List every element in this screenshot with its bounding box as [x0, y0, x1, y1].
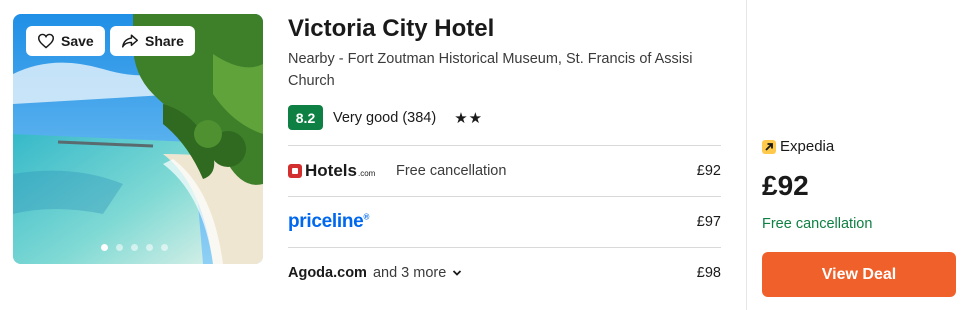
carousel-dot[interactable]	[131, 244, 138, 251]
priceline-registered-mark: ®	[363, 212, 370, 222]
review-score-badge: 8.2	[288, 105, 323, 130]
provider-price: £98	[696, 264, 721, 281]
share-label: Share	[145, 33, 184, 49]
hotels-com-suffix: .com	[357, 169, 376, 178]
deal-free-cancellation: Free cancellation	[762, 216, 873, 232]
carousel-dot[interactable]	[161, 244, 168, 251]
hotel-name[interactable]: Victoria City Hotel	[288, 15, 494, 43]
share-button[interactable]: Share	[110, 26, 195, 56]
more-providers-toggle[interactable]: and 3 more	[373, 265, 446, 281]
hotels-com-logo: Hotels .com	[288, 161, 375, 181]
hotels-com-icon	[288, 163, 302, 178]
expedia-arrow-icon	[762, 139, 776, 154]
deal-provider-name: Expedia	[780, 138, 835, 155]
save-button[interactable]: Save	[26, 26, 105, 56]
carousel-dot[interactable]	[146, 244, 153, 251]
hotel-result-card: Save Share Victoria City Hotel Nearby - …	[0, 0, 970, 310]
carousel-dots	[101, 244, 168, 251]
star-rating: ★★	[454, 109, 484, 127]
view-deal-button[interactable]: View Deal	[762, 252, 956, 297]
carousel-dot[interactable]	[116, 244, 123, 251]
free-cancellation-label: Free cancellation	[396, 162, 507, 179]
rating-row: 8.2 Very good (384) ★★	[288, 105, 483, 130]
column-divider	[746, 0, 747, 310]
carousel-dot[interactable]	[101, 244, 108, 251]
provider-price: £97	[696, 213, 721, 230]
chevron-down-icon[interactable]	[452, 269, 462, 277]
agoda-name: Agoda.com	[288, 264, 367, 281]
deal-price: £92	[762, 170, 809, 201]
rating-text[interactable]: Very good (384)	[333, 110, 436, 126]
heart-icon	[37, 33, 55, 49]
provider-row-priceline[interactable]: priceline® £97	[288, 196, 721, 246]
nearby-landmarks: Nearby - Fort Zoutman Historical Museum,…	[288, 51, 693, 89]
share-arrow-icon	[121, 34, 138, 48]
provider-row-hotels[interactable]: Hotels .com Free cancellation £92	[288, 145, 721, 195]
priceline-name: priceline	[288, 210, 364, 232]
hotels-com-name: Hotels	[305, 160, 357, 180]
expedia-logo: Expedia	[762, 138, 834, 155]
provider-price: £92	[696, 162, 721, 179]
hotel-photo[interactable]: Save Share	[13, 14, 263, 264]
priceline-logo: priceline®	[288, 211, 369, 233]
provider-row-agoda[interactable]: Agoda.com and 3 more £98	[288, 247, 721, 297]
save-label: Save	[61, 33, 94, 49]
